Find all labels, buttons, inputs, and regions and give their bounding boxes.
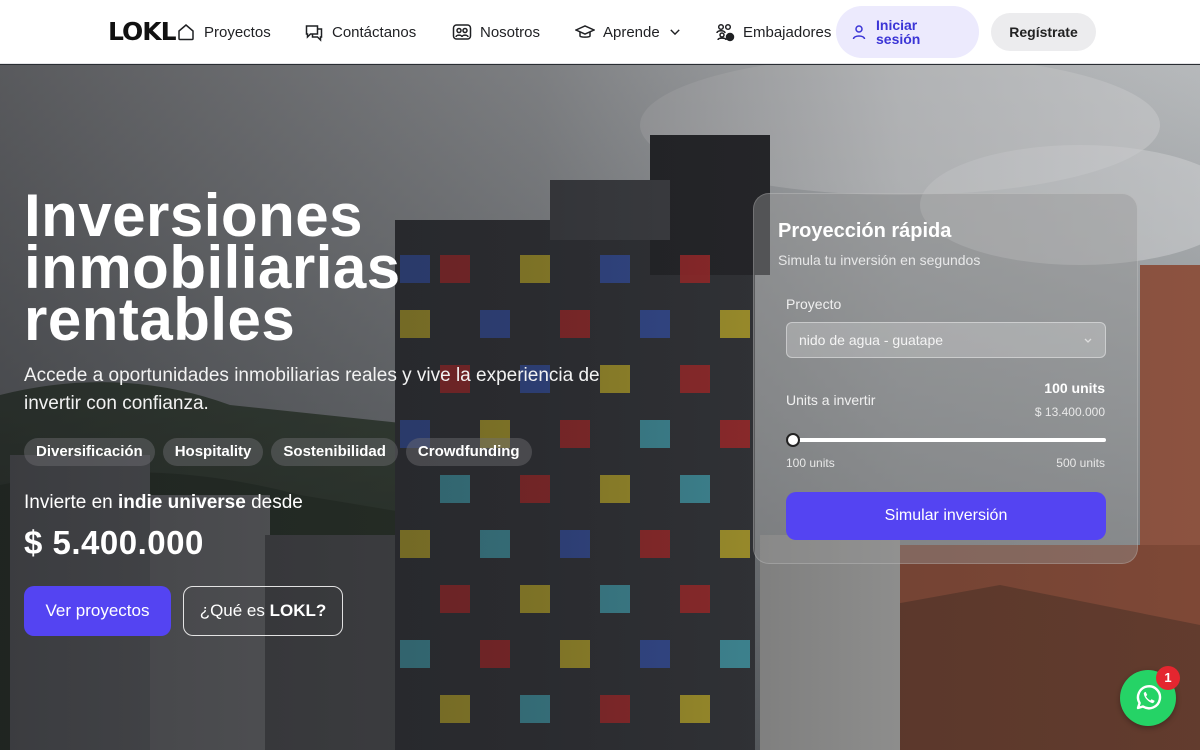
invest-suffix: desde [251,492,303,513]
nav-item-contactanos[interactable]: Contáctanos [304,20,416,44]
nav-item-label: Aprende [603,23,660,41]
project-selected-value: nido de agua - guatape [799,332,944,348]
ambassadors-icon [716,23,735,42]
home-icon [178,24,194,41]
invest-prefix: Invierte en [24,492,113,513]
view-projects-button[interactable]: Ver proyectos [24,586,171,636]
nav-item-label: Proyectos [204,23,271,41]
chat-icon [305,25,323,42]
what-is-suffix: ? [315,601,327,620]
card-subtitle: Simula tu inversión en segundos [778,252,981,268]
slider-thumb[interactable] [786,433,800,447]
project-select[interactable]: nido de agua - guatape [786,322,1106,358]
hero-subtitle: Accede a oportunidades inmobiliarias rea… [24,365,600,414]
card-title: Proyección rápida [778,220,952,242]
chevron-down-icon [670,29,680,36]
hero-title-line: rentables [24,286,296,353]
notification-badge: 1 [1156,666,1180,690]
min-investment-price: $ 5.400.000 [24,524,204,561]
graduation-cap-icon [575,25,595,38]
invest-project-name: indie universe [118,492,246,513]
units-label: Units a invertir [786,392,876,408]
login-label: Iniciar sesión [876,17,921,47]
quick-projection-card: Proyección rápida Simula tu inversión en… [753,193,1138,564]
user-icon [852,25,866,40]
nav-item-nosotros[interactable]: Nosotros [452,20,540,44]
simulate-investment-button[interactable]: Simular inversión [786,492,1106,540]
chip-diversificacion[interactable]: Diversificación [24,438,155,466]
nav-item-label: Embajadores [743,23,832,41]
units-value: 100 units [1044,380,1105,396]
chevron-down-icon [1084,338,1092,343]
what-is-prefix: ¿Qué es [199,601,265,620]
nav-item-embajadores[interactable]: Embajadores [715,20,831,44]
chip-hospitality[interactable]: Hospitality [162,438,264,466]
slider-track [786,438,1106,442]
nav-item-label: Nosotros [480,23,541,41]
invest-line: Invierte en indie universe desde [24,492,303,514]
units-amount: $ 13.400.000 [1034,405,1105,419]
nav-item-aprende[interactable]: Aprende [575,20,682,44]
range-min-label: 100 units [786,456,835,470]
project-label: Proyecto [786,296,842,312]
chip-crowdfunding[interactable]: Crowdfunding [405,438,532,466]
register-button[interactable]: Regístrate [991,13,1096,51]
nav-item-label: Contáctanos [332,23,417,41]
top-navbar: LOKL Proyectos Contáctanos Nosotros Apre… [0,0,1200,64]
users-icon [452,24,472,40]
hero-title: Inversiones inmobiliarias rentables [24,186,624,353]
nav-item-proyectos[interactable]: Proyectos [176,20,271,44]
range-max-label: 500 units [1056,456,1105,470]
what-is-brand: LOKL [269,601,316,620]
login-button[interactable]: Iniciar sesión [836,6,979,58]
chip-sostenibilidad[interactable]: Sostenibilidad [271,438,398,466]
what-is-lokl-button[interactable]: ¿Qué es LOKL? [183,586,343,636]
category-chips: Diversificación Hospitality Sostenibilid… [24,438,532,466]
lokl-logo[interactable]: LOKL [108,18,177,46]
units-slider[interactable] [786,433,1106,447]
